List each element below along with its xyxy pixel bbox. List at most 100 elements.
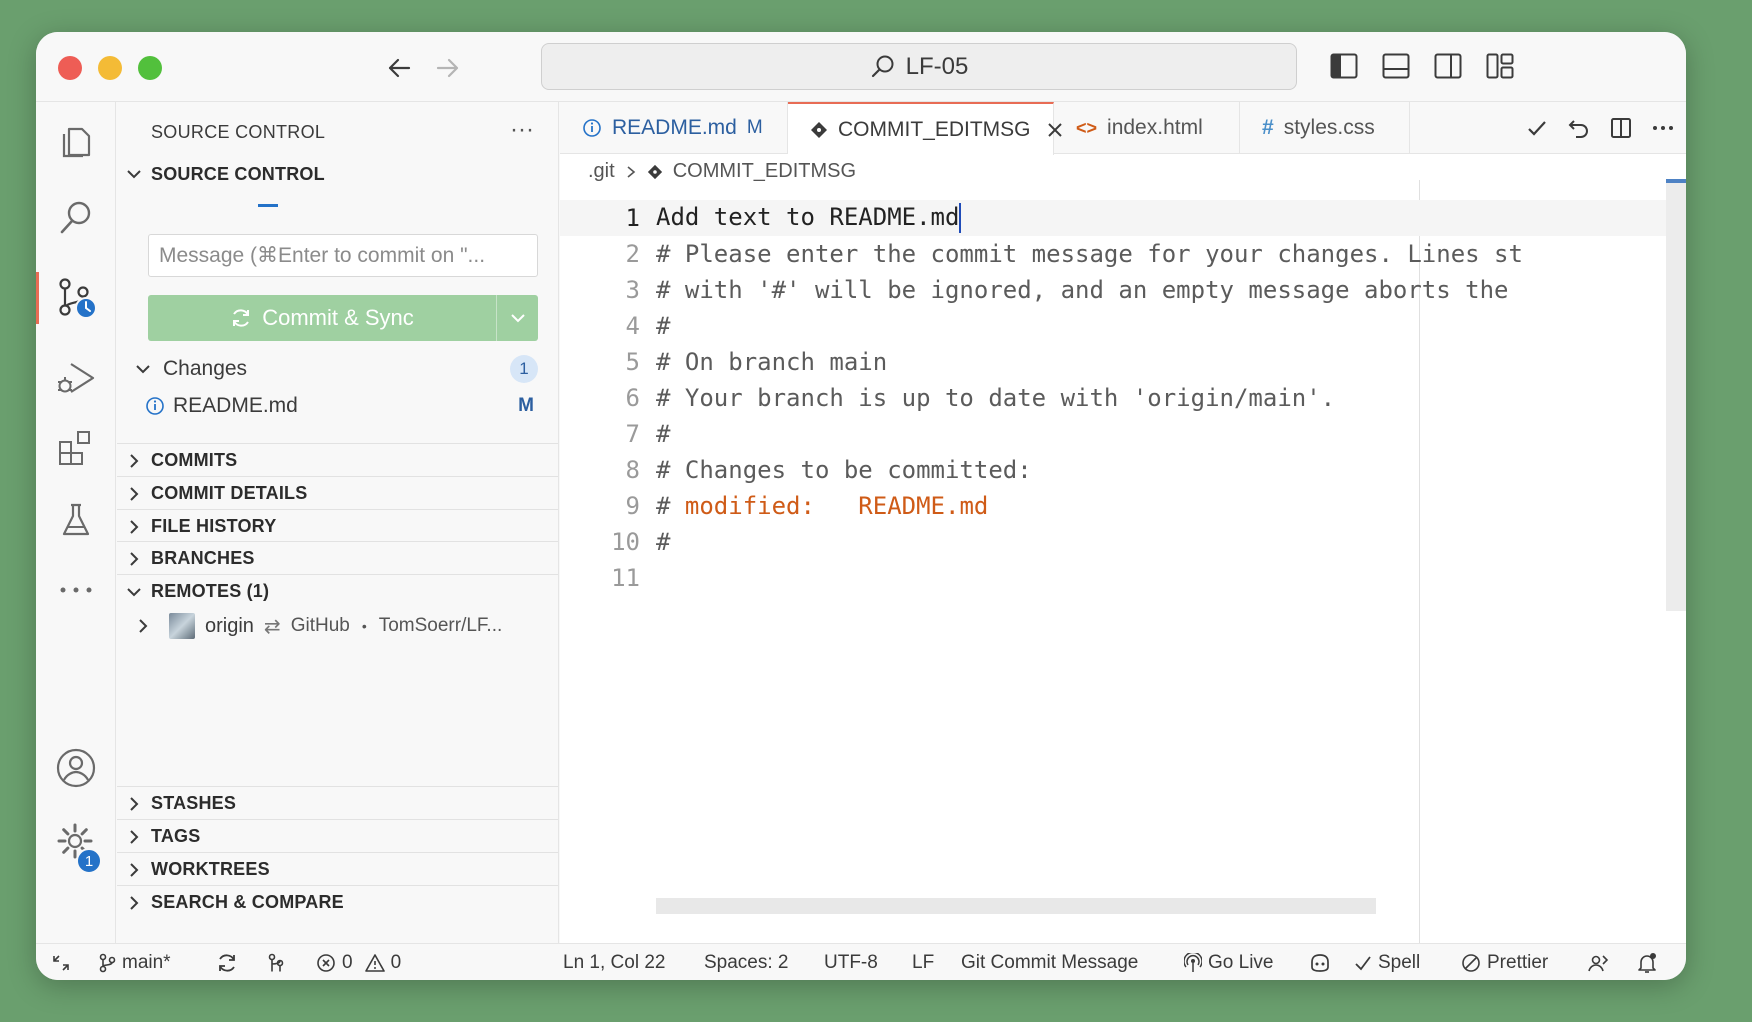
breadcrumb-file[interactable]: COMMIT_EDITMSG xyxy=(673,160,856,183)
minimap-scrollbar[interactable] xyxy=(1666,179,1686,611)
separator-dot: • xyxy=(361,618,367,634)
commit-message-input[interactable]: Message (⌘Enter to commit on "... xyxy=(148,234,538,277)
remotes-section-label: REMOTES (1) xyxy=(151,581,270,601)
branch-indicator[interactable]: main* xyxy=(98,944,171,980)
chevron-right-icon xyxy=(135,618,169,634)
back-arrow-icon[interactable] xyxy=(381,50,417,86)
tab-readme[interactable]: README.md M xyxy=(560,102,788,154)
commit-and-sync-button[interactable]: Commit & Sync xyxy=(148,295,538,341)
toggle-secondary-sidebar-icon[interactable] xyxy=(1430,48,1466,84)
command-center-text: LF-05 xyxy=(905,52,969,80)
file-history-section-header[interactable]: FILE HISTORY xyxy=(117,509,558,543)
accounts-icon[interactable] xyxy=(36,738,116,798)
code-editor[interactable]: 1 Add text to README.md 2 # Please enter … xyxy=(560,200,1686,596)
changed-file-item[interactable]: README.md M xyxy=(117,389,558,423)
toggle-panel-icon[interactable] xyxy=(1378,48,1414,84)
comment-prefix: # xyxy=(656,492,685,520)
minimap-cursor-marker xyxy=(1666,179,1686,183)
encoding-setting[interactable]: UTF-8 xyxy=(824,944,878,980)
eol-setting[interactable]: LF xyxy=(912,944,934,980)
status-bar: main* 0 0 Ln 1, Col 22 Spaces: 2 UTF-8 L… xyxy=(36,943,1686,980)
copilot-icon[interactable] xyxy=(1308,944,1332,980)
checkmark-icon[interactable] xyxy=(1526,117,1548,139)
toggle-primary-sidebar-icon[interactable] xyxy=(1326,48,1362,84)
breadcrumb-folder[interactable]: .git xyxy=(588,160,615,183)
branches-section-header[interactable]: BRANCHES xyxy=(117,541,558,575)
sidebar-title: SOURCE CONTROL xyxy=(151,122,326,142)
explorer-icon[interactable] xyxy=(36,110,116,170)
undo-icon[interactable] xyxy=(1568,117,1590,139)
notifications-bell-icon[interactable] xyxy=(1636,944,1658,980)
code-line: 6 # Your branch is up to date with 'origi… xyxy=(560,380,1686,416)
maximize-window-button[interactable] xyxy=(138,56,162,80)
chevron-right-icon xyxy=(117,519,151,535)
search-icon[interactable] xyxy=(36,188,116,248)
breadcrumb: .git COMMIT_EDITMSG xyxy=(588,160,856,183)
source-control-icon[interactable] xyxy=(36,268,116,328)
testing-flask-icon[interactable] xyxy=(36,490,116,550)
git-graph-icon[interactable] xyxy=(266,944,286,980)
editor-area: README.md M COMMIT_EDITMSG <> index.html… xyxy=(560,102,1686,943)
vscode-window: LF-05 1 SOURCE CONTROL ··· SOURCE CONTRO… xyxy=(36,32,1686,980)
text-caret xyxy=(959,203,962,233)
remotes-section-header[interactable]: REMOTES (1) xyxy=(117,574,558,608)
extensions-icon[interactable] xyxy=(36,418,116,478)
forward-arrow-icon[interactable] xyxy=(430,50,466,86)
sync-icon[interactable] xyxy=(216,944,238,980)
go-live-button[interactable]: Go Live xyxy=(1184,944,1273,980)
remote-origin-item[interactable]: origin ⇄ GitHub • TomSoerr/LF... xyxy=(117,609,558,643)
search-compare-section-header[interactable]: SEARCH & COMPARE xyxy=(117,885,558,919)
close-window-button[interactable] xyxy=(58,56,82,80)
code-line: 10 # xyxy=(560,524,1686,560)
commit-details-section-header[interactable]: COMMIT DETAILS xyxy=(117,476,558,510)
spell-check-button[interactable]: Spell xyxy=(1354,944,1420,980)
commit-details-section-label: COMMIT DETAILS xyxy=(151,483,308,503)
feedback-icon[interactable] xyxy=(1588,944,1610,980)
cursor-position[interactable]: Ln 1, Col 22 xyxy=(563,944,665,980)
sync-icon xyxy=(230,307,252,329)
tab-styles-css[interactable]: # styles.css xyxy=(1240,102,1410,154)
minimize-window-button[interactable] xyxy=(98,56,122,80)
sidebar-more-actions-icon[interactable]: ··· xyxy=(510,116,534,144)
changes-group[interactable]: Changes 1 xyxy=(117,352,558,386)
commit-button-label: Commit & Sync xyxy=(262,305,414,330)
more-actions-icon[interactable] xyxy=(1652,124,1674,132)
tab-commit-editmsg[interactable]: COMMIT_EDITMSG xyxy=(788,102,1062,155)
git-diamond-icon xyxy=(647,164,663,180)
horizontal-scrollbar[interactable] xyxy=(656,898,1376,914)
tags-section-label: TAGS xyxy=(151,826,201,846)
line-number: 3 xyxy=(625,276,640,304)
tab-index-html[interactable]: <> index.html xyxy=(1054,102,1240,154)
code-line: 4 # xyxy=(560,308,1686,344)
code-line-text: # Please enter the commit message for yo… xyxy=(656,240,1523,268)
commit-options-dropdown[interactable] xyxy=(496,295,538,341)
command-center-search[interactable]: LF-05 xyxy=(541,43,1297,90)
error-count: 0 xyxy=(342,951,353,973)
line-number: 2 xyxy=(625,240,640,268)
problems-indicator[interactable]: 0 0 xyxy=(316,944,401,980)
line-number: 11 xyxy=(611,564,640,592)
chevron-down-icon xyxy=(135,361,163,377)
css-file-icon: # xyxy=(1262,116,1274,139)
indentation-setting[interactable]: Spaces: 2 xyxy=(704,944,789,980)
manage-gear-icon[interactable]: 1 xyxy=(36,812,116,874)
commits-section-header[interactable]: COMMITS xyxy=(117,443,558,477)
line-number: 6 xyxy=(625,384,640,412)
file-history-section-label: FILE HISTORY xyxy=(151,516,277,536)
language-mode[interactable]: Git Commit Message xyxy=(961,944,1138,980)
code-line-text: # Changes to be committed: xyxy=(656,456,1032,484)
code-line: 8 # Changes to be committed: xyxy=(560,452,1686,488)
split-editor-icon[interactable] xyxy=(1610,117,1632,139)
worktrees-section-header[interactable]: WORKTREES xyxy=(117,852,558,886)
tags-section-header[interactable]: TAGS xyxy=(117,819,558,853)
search-compare-section-label: SEARCH & COMPARE xyxy=(151,892,344,912)
more-views-icon[interactable] xyxy=(36,560,116,620)
source-control-section-header[interactable]: SOURCE CONTROL xyxy=(117,157,558,191)
stashes-section-header[interactable]: STASHES xyxy=(117,786,558,820)
run-and-debug-icon[interactable] xyxy=(36,348,116,408)
remote-indicator-icon[interactable] xyxy=(52,944,70,980)
stashes-section-label: STASHES xyxy=(151,793,237,813)
customize-layout-icon[interactable] xyxy=(1482,48,1518,84)
prettier-button[interactable]: Prettier xyxy=(1461,944,1548,980)
code-line-text: # xyxy=(656,528,671,556)
